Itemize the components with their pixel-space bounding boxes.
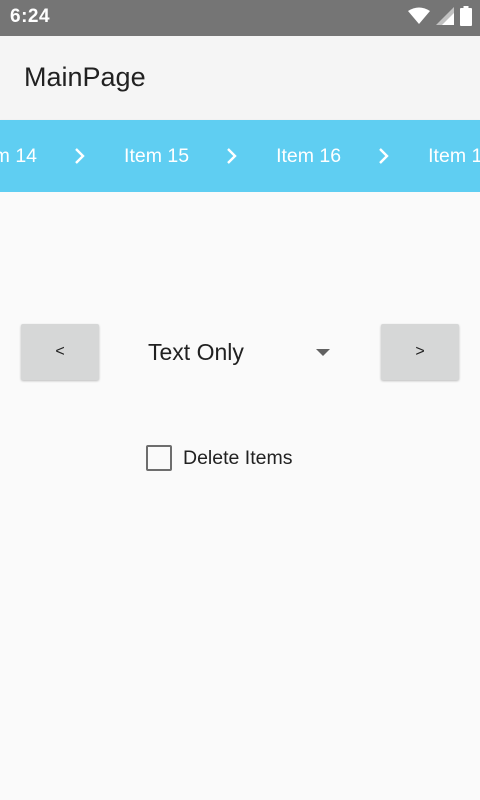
breadcrumb-item[interactable]: Item 16 <box>276 145 341 168</box>
display-mode-picker[interactable]: Text Only <box>140 324 340 380</box>
battery-icon <box>460 5 472 31</box>
chevron-right-icon <box>373 145 395 167</box>
main-content: < Text Only > Delete Items <box>0 192 480 800</box>
breadcrumb-track: Item 14 Item 15 Item 16 Item 17 <box>0 120 480 192</box>
breadcrumb-item[interactable]: Item 17 <box>428 145 480 168</box>
app-bar: MainPage <box>0 36 480 120</box>
breadcrumb: Item 14 Item 15 Item 16 Item 17 <box>0 120 480 192</box>
delete-items-label: Delete Items <box>183 446 293 469</box>
previous-button[interactable]: < <box>21 324 99 380</box>
chevron-right-icon <box>221 145 243 167</box>
breadcrumb-item[interactable]: Item 15 <box>124 145 189 168</box>
cell-signal-icon <box>436 6 454 30</box>
delete-items-row[interactable]: Delete Items <box>146 444 292 472</box>
wifi-icon <box>408 7 430 30</box>
status-bar: 6:24 <box>0 0 480 36</box>
page-title: MainPage <box>24 62 146 92</box>
next-button[interactable]: > <box>381 324 459 380</box>
delete-items-checkbox[interactable] <box>146 445 172 471</box>
status-icons <box>402 5 472 31</box>
chevron-right-icon <box>69 145 91 167</box>
picker-value: Text Only <box>148 338 244 365</box>
breadcrumb-item[interactable]: Item 14 <box>0 145 37 168</box>
dropdown-arrow-icon <box>316 349 330 356</box>
status-time: 6:24 <box>10 6 51 27</box>
